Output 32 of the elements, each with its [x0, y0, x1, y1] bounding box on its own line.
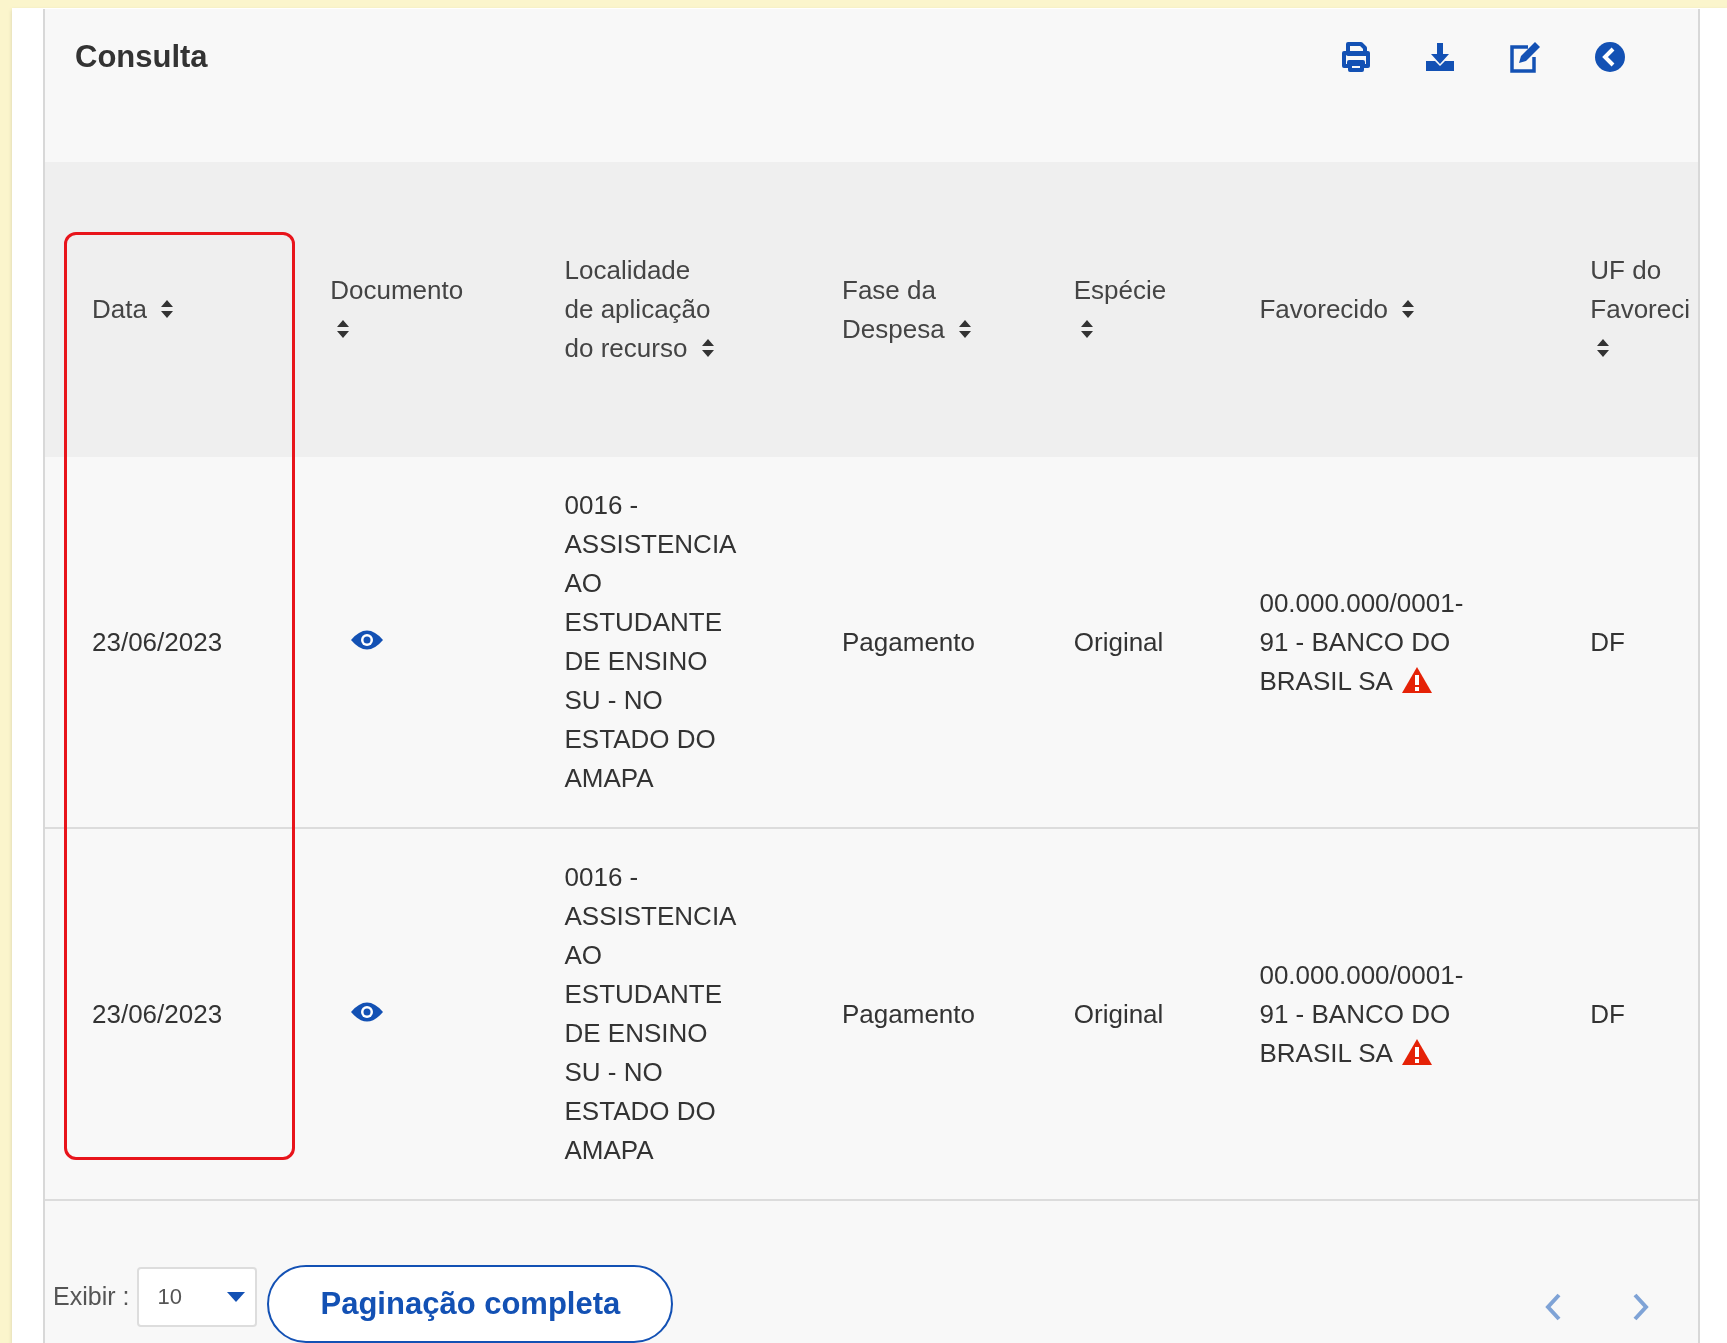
state-cell: DF	[1590, 998, 1625, 1029]
download-icon[interactable]	[1424, 41, 1456, 73]
column-header[interactable]: Espécie	[1073, 270, 1193, 349]
type-cell: Original	[1073, 626, 1164, 657]
print-icon[interactable]	[1340, 41, 1372, 73]
payee-cell: 00.000.000/0001-91 - BANCO DO BRASIL SA	[1259, 587, 1464, 696]
panel-title: Consulta	[75, 39, 209, 75]
sort-icon[interactable]	[160, 298, 175, 320]
phase-cell: Pagamento	[842, 626, 975, 657]
eye-icon[interactable]	[350, 1000, 385, 1023]
sort-icon[interactable]	[700, 337, 715, 359]
page-size-select[interactable]: 10	[137, 1267, 258, 1327]
sort-icon[interactable]	[1401, 298, 1416, 320]
column-header[interactable]: Data	[92, 290, 264, 329]
edit-icon[interactable]	[1508, 41, 1542, 73]
payee-cell: 00.000.000/0001-91 - BANCO DO BRASIL SA	[1259, 959, 1464, 1068]
phase-cell: Pagamento	[842, 998, 975, 1029]
show-label: Exibir :	[53, 1282, 130, 1311]
eye-icon[interactable]	[350, 628, 385, 651]
column-header[interactable]: Favorecido	[1259, 290, 1464, 329]
location-cell-text: 0016 - ASSISTENCIA AO ESTUDANTE DE ENSINO SU - NO ESTADO DO AMAPA	[564, 861, 735, 1167]
date-cell: 23/06/2023	[92, 626, 223, 657]
sort-icon[interactable]	[1596, 337, 1611, 359]
column-header[interactable]: Fase da Despesa	[842, 270, 1007, 349]
column-header[interactable]: Documento	[330, 270, 498, 349]
location-cell-text: 0016 - ASSISTENCIA AO ESTUDANTE DE ENSINO SU - NO ESTADO DO AMAPA	[564, 489, 735, 795]
caret-icon	[227, 1292, 246, 1302]
date-cell: 23/06/2023	[92, 998, 223, 1029]
type-cell: Original	[1073, 998, 1164, 1029]
back-icon[interactable]	[1594, 41, 1626, 73]
full-pagination-button[interactable]: Paginação completa	[267, 1265, 674, 1343]
state-cell: DF	[1590, 626, 1625, 657]
